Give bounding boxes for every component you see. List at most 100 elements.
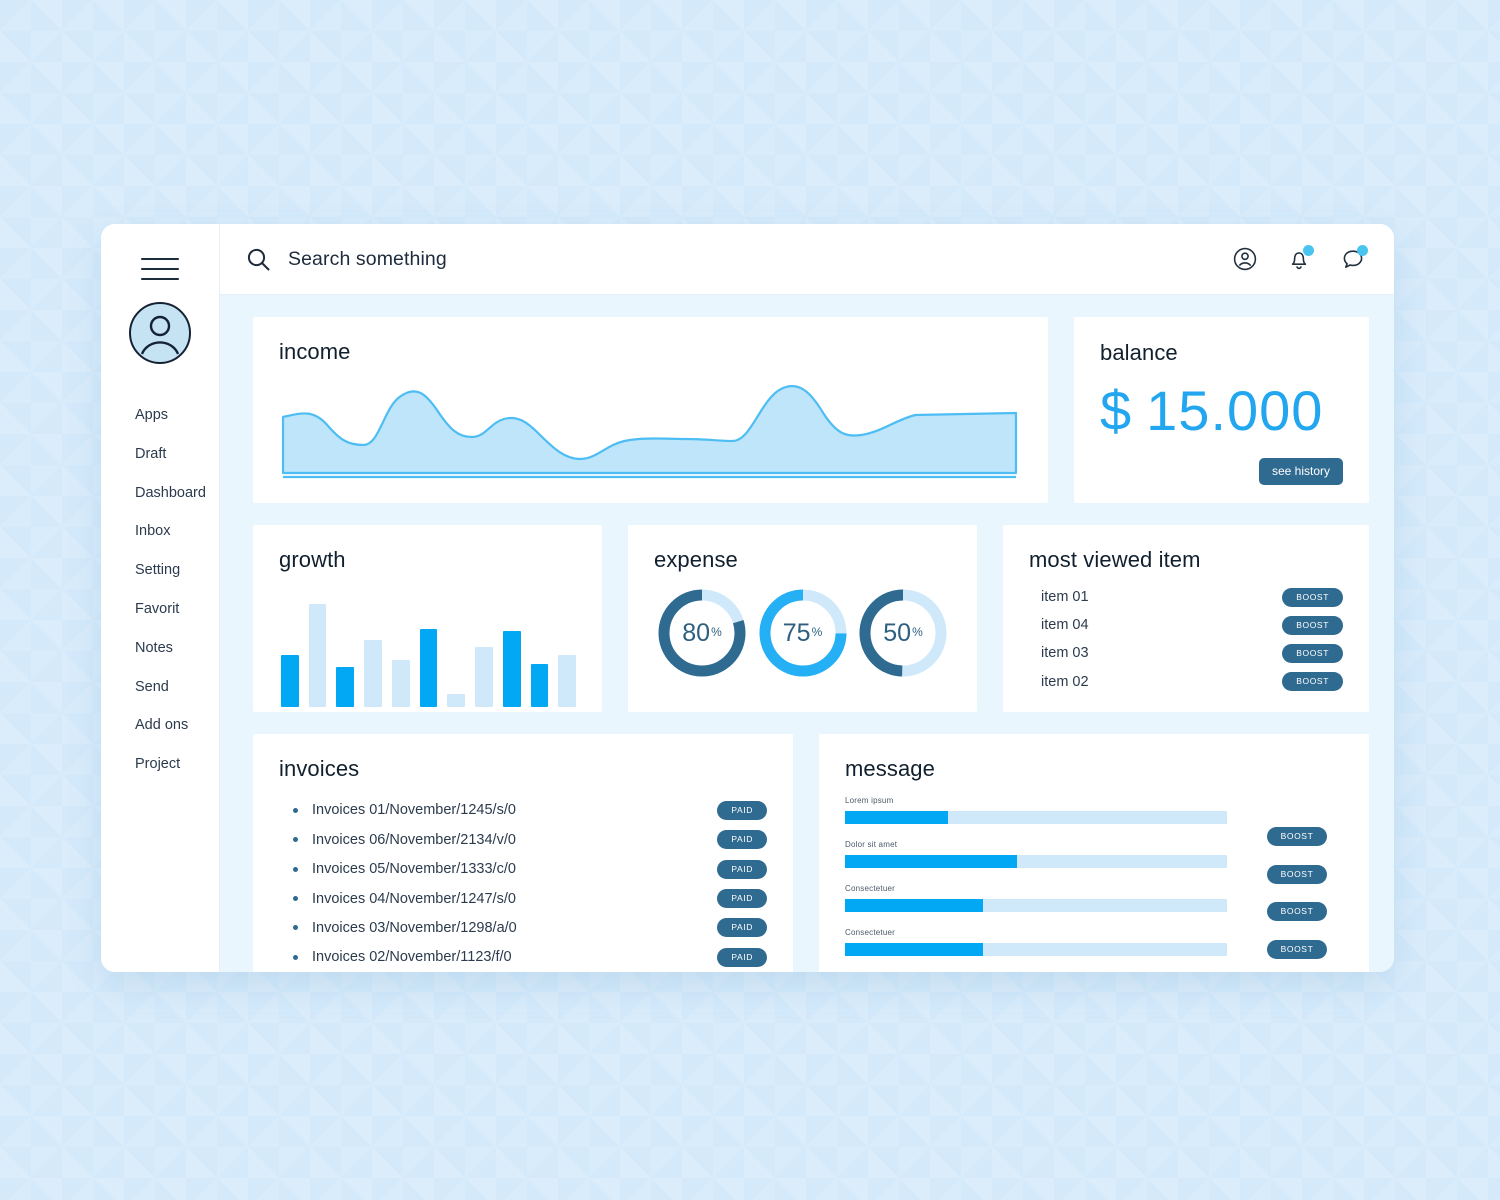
donut-value: 80: [682, 618, 711, 647]
boost-button[interactable]: BOOST: [1282, 615, 1343, 635]
invoice-text: Invoices 05/November/1333/c/0: [312, 861, 516, 878]
growth-bar: [336, 667, 355, 707]
paid-button[interactable]: PAID: [717, 830, 767, 850]
sidebar-item-setting[interactable]: Setting: [101, 551, 219, 590]
progress-fill: [845, 898, 983, 912]
see-history-button[interactable]: see history: [1258, 458, 1343, 485]
donut-chart-50: 50%: [857, 587, 949, 679]
sidebar-item-dashboard[interactable]: Dashboard: [101, 474, 219, 513]
invoice-text: Invoices 02/November/1123/f/0: [312, 949, 512, 966]
message-card: message Lorem ipsum Dolor sit amet Conse…: [819, 733, 1369, 972]
message-label: Consectetuer: [845, 927, 895, 937]
search-bar[interactable]: [246, 247, 1232, 272]
donut-label-75: 75%: [757, 587, 849, 679]
bullet-icon: [293, 925, 298, 931]
message-progress-list: Lorem ipsum Dolor sit amet Consectetuer …: [845, 796, 1251, 972]
list-item: Dolor sit amet: [845, 840, 1227, 868]
main-area: income balance $15.000 see history: [220, 224, 1394, 972]
balance-amount: $15.000: [1100, 378, 1343, 443]
boost-button[interactable]: BOOST: [1266, 939, 1328, 959]
sidebar-item-add-ons[interactable]: Add ons: [101, 706, 219, 745]
message-label: Lorem ipsum: [845, 795, 894, 805]
row-growth-expense-viewed: growth expense 80 % 75 % 50 % most viewe…: [253, 525, 1369, 712]
progress-track: [845, 942, 1227, 956]
balance-card: balance $15.000 see history: [1074, 317, 1369, 503]
paid-button[interactable]: PAID: [717, 889, 767, 909]
search-input[interactable]: [288, 247, 808, 271]
search-icon: [247, 248, 270, 270]
growth-card: growth: [253, 525, 602, 712]
sidebar-item-send[interactable]: Send: [101, 668, 219, 707]
most-viewed-card: most viewed item item 01 BOOST item 04 B…: [1003, 525, 1369, 712]
sidebar-item-inbox[interactable]: Inbox: [101, 512, 219, 551]
list-item: item 04 BOOST: [1029, 611, 1343, 639]
avatar[interactable]: [129, 302, 191, 364]
donut-value: 75: [782, 618, 811, 647]
paid-button[interactable]: PAID: [717, 800, 767, 820]
app-window: Apps Draft Dashboard Inbox Setting Favor…: [101, 224, 1394, 972]
invoice-text: Invoices 06/November/2134/v/0: [312, 831, 516, 848]
item-name: item 02: [1041, 673, 1089, 690]
bullet-icon: [293, 866, 298, 872]
progress-fill: [845, 854, 1017, 868]
item-name: item 03: [1041, 645, 1089, 662]
growth-bar: [475, 647, 493, 707]
message-body: Lorem ipsum Dolor sit amet Consectetuer …: [845, 796, 1343, 972]
message-title: message: [845, 755, 935, 781]
sidebar: Apps Draft Dashboard Inbox Setting Favor…: [101, 224, 220, 972]
list-item: Invoices 02/November/1123/f/0 PAID: [279, 943, 767, 972]
expense-donut-charts: 80% 75% 50 %: [654, 587, 951, 679]
list-item: Consectetuer: [845, 884, 1227, 912]
donut-chart-75: 75%: [757, 587, 849, 679]
progress-track: [845, 854, 1227, 868]
donut-label-50: 50%: [857, 587, 949, 679]
boost-button[interactable]: BOOST: [1266, 864, 1328, 884]
donut-chart-80: 80%: [656, 587, 748, 679]
invoices-title: invoices: [279, 755, 360, 781]
paid-button[interactable]: PAID: [717, 918, 767, 938]
donut-label-80: 80%: [656, 587, 748, 679]
list-item: item 03 BOOST: [1029, 639, 1343, 667]
boost-button[interactable]: BOOST: [1282, 587, 1343, 607]
list-item: Invoices 03/November/1298/a/0 PAID: [279, 913, 767, 942]
progress-track: [845, 898, 1227, 912]
donut-unit: %: [711, 624, 722, 639]
message-label: Dolor sit amet: [845, 839, 898, 849]
item-name: item 04: [1041, 617, 1089, 634]
bell-icon[interactable]: [1286, 245, 1314, 272]
growth-title: growth: [279, 547, 346, 572]
user-circle-icon[interactable]: [1232, 246, 1258, 272]
sidebar-item-project[interactable]: Project: [101, 745, 219, 784]
invoice-text: Invoices 03/November/1298/a/0: [312, 919, 517, 936]
sidebar-item-notes[interactable]: Notes: [101, 629, 219, 668]
progress-fill: [845, 942, 983, 956]
sidebar-item-apps[interactable]: Apps: [101, 396, 219, 435]
topbar: [220, 224, 1394, 295]
growth-bar: [558, 655, 577, 707]
topbar-icons: [1232, 245, 1368, 272]
invoices-card: invoices Invoices 01/November/1245/s/0 P…: [253, 733, 793, 972]
income-area-chart: [279, 379, 1022, 489]
growth-bar: [364, 640, 382, 707]
sidebar-item-draft[interactable]: Draft: [101, 435, 219, 474]
donut-value: 50: [883, 618, 912, 647]
paid-button[interactable]: PAID: [717, 947, 767, 967]
boost-button[interactable]: BOOST: [1282, 672, 1343, 692]
boost-button[interactable]: BOOST: [1266, 827, 1328, 846]
growth-bar: [530, 664, 549, 707]
boost-button[interactable]: BOOST: [1266, 902, 1328, 921]
dashboard-content: income balance $15.000 see history growt…: [220, 295, 1394, 972]
message-actions: BOOST BOOST BOOST BOOST: [1251, 796, 1343, 972]
growth-bar: [419, 629, 438, 707]
hamburger-icon[interactable]: [141, 258, 179, 280]
progress-track: [845, 810, 1227, 824]
chat-badge: [1357, 245, 1368, 256]
sidebar-item-favorit[interactable]: Favorit: [101, 590, 219, 629]
paid-button[interactable]: PAID: [717, 859, 767, 879]
chat-bubble-icon[interactable]: [1340, 245, 1368, 272]
message-label: Consectetuer: [845, 883, 895, 893]
boost-button[interactable]: BOOST: [1282, 643, 1343, 663]
growth-bar: [308, 604, 327, 707]
most-viewed-list: item 01 BOOST item 04 BOOST item 03 BOOS…: [1029, 583, 1343, 696]
balance-value: 15.000: [1146, 379, 1324, 442]
